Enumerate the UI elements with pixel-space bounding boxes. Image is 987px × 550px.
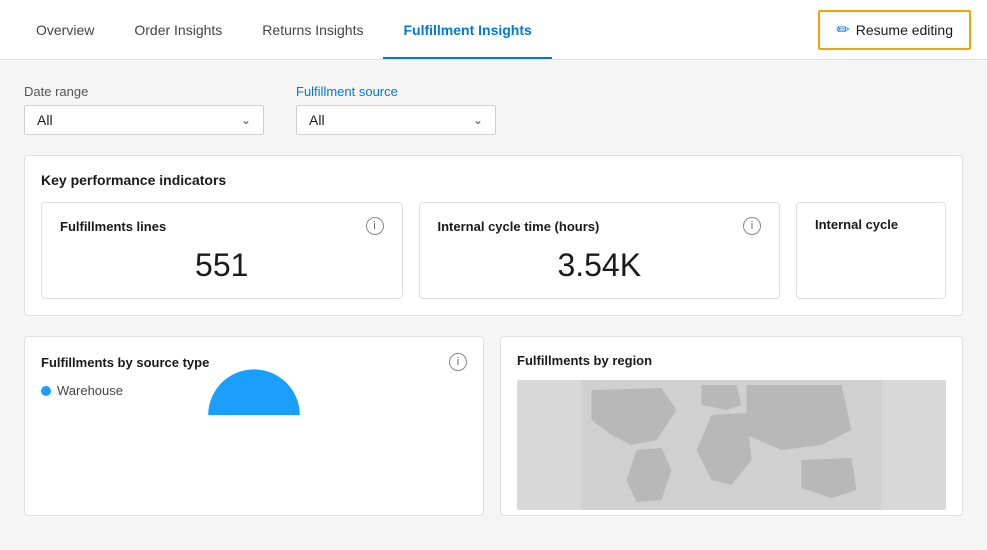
fulfillments-by-source-card: Fulfillments by source type i Warehouse xyxy=(24,336,484,516)
page-content: Date range All ⌄ Fulfillment source All … xyxy=(0,60,987,516)
kpi-value-1: 551 xyxy=(60,247,384,284)
kpi-card-header-1: Fulfillments lines i xyxy=(60,217,384,235)
resume-editing-button[interactable]: ✏ Resume editing xyxy=(818,10,971,50)
fulfillments-source-title: Fulfillments by source type xyxy=(41,355,209,370)
kpi-card-internal-cycle-partial: Internal cycle xyxy=(796,202,946,299)
info-icon-1[interactable]: i xyxy=(366,217,384,235)
kpi-value-2: 3.54K xyxy=(438,247,762,284)
kpi-card-title-1: Fulfillments lines xyxy=(60,219,166,234)
tab-order-insights[interactable]: Order Insights xyxy=(114,0,242,59)
top-navigation: Overview Order Insights Returns Insights… xyxy=(0,0,987,60)
fulfillment-source-label: Fulfillment source xyxy=(296,84,496,99)
tab-returns-insights[interactable]: Returns Insights xyxy=(242,0,383,59)
kpi-section-title: Key performance indicators xyxy=(41,172,946,188)
tab-fulfillment-insights[interactable]: Fulfillment Insights xyxy=(383,0,551,59)
info-icon-2[interactable]: i xyxy=(743,217,761,235)
fulfillment-source-select[interactable]: All ⌄ xyxy=(296,105,496,135)
kpi-card-title-2: Internal cycle time (hours) xyxy=(438,219,600,234)
tab-overview[interactable]: Overview xyxy=(16,0,114,59)
fulfillments-region-header: Fulfillments by region xyxy=(517,353,946,368)
kpi-card-header-3: Internal cycle xyxy=(815,217,927,232)
info-icon-3[interactable]: i xyxy=(449,353,467,371)
kpi-section: Key performance indicators Fulfillments … xyxy=(24,155,963,316)
chevron-down-icon-2: ⌄ xyxy=(473,113,483,127)
kpi-card-list: Fulfillments lines i 551 Internal cycle … xyxy=(41,202,946,299)
legend-dot-warehouse xyxy=(41,386,51,396)
pie-chart-svg xyxy=(204,406,304,466)
fulfillments-region-title: Fulfillments by region xyxy=(517,353,652,368)
chevron-down-icon: ⌄ xyxy=(241,113,251,127)
date-range-select[interactable]: All ⌄ xyxy=(24,105,264,135)
kpi-card-title-3: Internal cycle xyxy=(815,217,898,232)
map-visualization xyxy=(517,380,946,510)
fulfillments-source-header: Fulfillments by source type i xyxy=(41,353,467,371)
fulfillments-by-region-card: Fulfillments by region xyxy=(500,336,963,516)
fulfillment-source-filter: Fulfillment source All ⌄ xyxy=(296,84,496,135)
nav-tab-list: Overview Order Insights Returns Insights… xyxy=(16,0,818,59)
map-svg xyxy=(517,380,946,510)
pencil-icon: ✏ xyxy=(836,20,849,40)
date-range-filter: Date range All ⌄ xyxy=(24,84,264,135)
bottom-row: Fulfillments by source type i Warehouse … xyxy=(24,336,963,516)
kpi-card-fulfillment-lines: Fulfillments lines i 551 xyxy=(41,202,403,299)
kpi-card-internal-cycle-time: Internal cycle time (hours) i 3.54K xyxy=(419,202,781,299)
date-range-label: Date range xyxy=(24,84,264,99)
filter-row: Date range All ⌄ Fulfillment source All … xyxy=(24,84,963,135)
kpi-card-header-2: Internal cycle time (hours) i xyxy=(438,217,762,235)
pie-chart-area xyxy=(41,406,467,466)
